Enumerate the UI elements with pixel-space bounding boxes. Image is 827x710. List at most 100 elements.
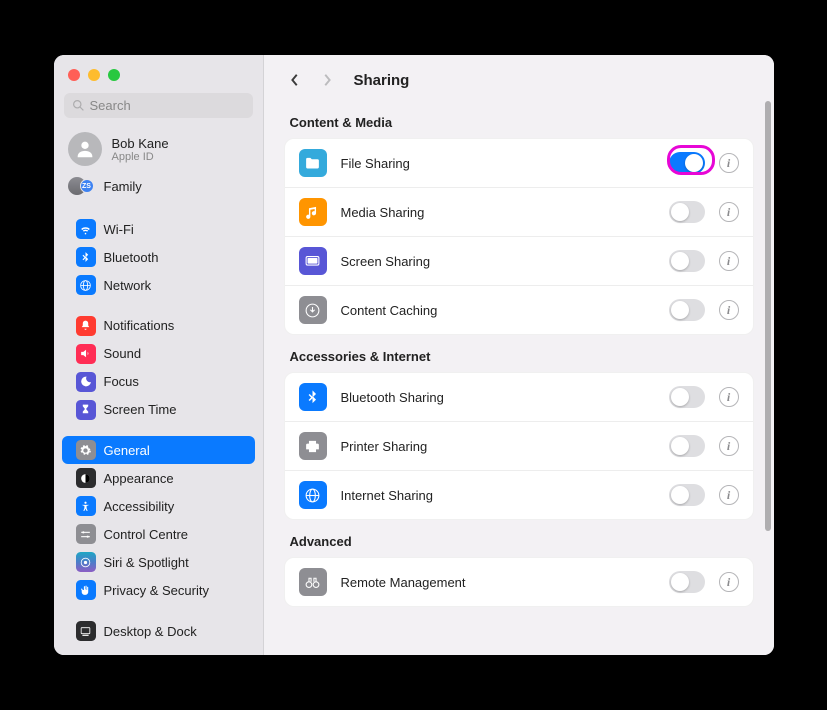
panel: File Sharing i Media Sharing i Screen Sh… bbox=[284, 138, 754, 335]
info-button-content-caching[interactable]: i bbox=[719, 300, 739, 320]
sidebar-item-label: Focus bbox=[104, 374, 139, 389]
globe-icon bbox=[76, 275, 96, 295]
row-label: Content Caching bbox=[341, 303, 655, 318]
screen-icon bbox=[299, 247, 327, 275]
sidebar-item-label: Privacy & Security bbox=[104, 583, 209, 598]
sidebar-item-network[interactable]: Network bbox=[62, 271, 255, 299]
info-button-printer-sharing[interactable]: i bbox=[719, 436, 739, 456]
controls-icon bbox=[76, 524, 96, 544]
section-title: Accessories & Internet bbox=[264, 335, 774, 372]
sidebar-item-sound[interactable]: Sound bbox=[62, 340, 255, 368]
sidebar-item-general[interactable]: General bbox=[62, 436, 255, 464]
sidebar-item-wi-fi[interactable]: Wi-Fi bbox=[62, 215, 255, 243]
toggle-remote-management[interactable] bbox=[669, 571, 705, 593]
sidebar-item-label: Sound bbox=[104, 346, 142, 361]
hourglass-icon bbox=[76, 400, 96, 420]
siri-icon bbox=[76, 552, 96, 572]
family-icon: ZS bbox=[68, 176, 94, 196]
dock-icon bbox=[76, 621, 96, 641]
sidebar-item-screen-time[interactable]: Screen Time bbox=[62, 396, 255, 424]
sidebar-item-apple-id[interactable]: Bob Kane Apple ID bbox=[54, 128, 263, 170]
back-button[interactable] bbox=[284, 69, 306, 91]
user-name: Bob Kane bbox=[112, 136, 169, 151]
sidebar-item-bluetooth[interactable]: Bluetooth bbox=[62, 243, 255, 271]
appearance-icon bbox=[76, 468, 96, 488]
toggle-internet-sharing[interactable] bbox=[669, 484, 705, 506]
row-internet-sharing: Internet Sharing i bbox=[285, 470, 753, 519]
panel: Remote Management i bbox=[284, 557, 754, 607]
sidebar-item-control-centre[interactable]: Control Centre bbox=[62, 520, 255, 548]
sidebar-item-privacy-security[interactable]: Privacy & Security bbox=[62, 576, 255, 604]
sidebar-item-label: Siri & Spotlight bbox=[104, 555, 189, 570]
settings-window: Search Bob Kane Apple ID ZS Family Wi-Fi… bbox=[54, 55, 774, 655]
toggle-screen-sharing[interactable] bbox=[669, 250, 705, 272]
header: Sharing bbox=[264, 55, 774, 101]
gear-icon bbox=[76, 440, 96, 460]
speaker-icon bbox=[76, 344, 96, 364]
sidebar-item-siri-spotlight[interactable]: Siri & Spotlight bbox=[62, 548, 255, 576]
sidebar-item-label: Appearance bbox=[104, 471, 174, 486]
user-sub: Apple ID bbox=[112, 151, 169, 163]
row-label: Media Sharing bbox=[341, 205, 655, 220]
search-icon bbox=[72, 99, 85, 112]
sidebar-item-desktop-dock[interactable]: Desktop & Dock bbox=[62, 617, 255, 645]
sidebar-item-label: Wi-Fi bbox=[104, 222, 134, 237]
toggle-file-sharing[interactable] bbox=[669, 152, 705, 174]
info-button-media-sharing[interactable]: i bbox=[719, 202, 739, 222]
search-input[interactable]: Search bbox=[64, 93, 253, 118]
info-button-remote-management[interactable]: i bbox=[719, 572, 739, 592]
sidebar-item-family[interactable]: ZS Family bbox=[54, 170, 263, 202]
row-label: Internet Sharing bbox=[341, 488, 655, 503]
row-label: File Sharing bbox=[341, 156, 655, 171]
sidebar-item-label: Network bbox=[104, 278, 152, 293]
sidebar-item-notifications[interactable]: Notifications bbox=[62, 312, 255, 340]
sidebar-item-accessibility[interactable]: Accessibility bbox=[62, 492, 255, 520]
family-label: Family bbox=[104, 179, 142, 194]
row-screen-sharing: Screen Sharing i bbox=[285, 236, 753, 285]
sidebar-item-focus[interactable]: Focus bbox=[62, 368, 255, 396]
info-button-bluetooth-sharing[interactable]: i bbox=[719, 387, 739, 407]
accessibility-icon bbox=[76, 496, 96, 516]
info-button-file-sharing[interactable]: i bbox=[719, 153, 739, 173]
row-media-sharing: Media Sharing i bbox=[285, 187, 753, 236]
toggle-bluetooth-sharing[interactable] bbox=[669, 386, 705, 408]
minimize-window-button[interactable] bbox=[88, 69, 100, 81]
row-file-sharing: File Sharing i bbox=[285, 139, 753, 187]
printer-icon bbox=[299, 432, 327, 460]
content-pane: Sharing Content & Media File Sharing i M… bbox=[264, 55, 774, 655]
sidebar-item-label: Desktop & Dock bbox=[104, 624, 197, 639]
sidebar-item-label: Bluetooth bbox=[104, 250, 159, 265]
row-label: Screen Sharing bbox=[341, 254, 655, 269]
binoculars-icon bbox=[299, 568, 327, 596]
sidebar-item-appearance[interactable]: Appearance bbox=[62, 464, 255, 492]
sidebar-item-label: Accessibility bbox=[104, 499, 175, 514]
panel: Bluetooth Sharing i Printer Sharing i In… bbox=[284, 372, 754, 520]
download-icon bbox=[299, 296, 327, 324]
forward-button[interactable] bbox=[316, 69, 338, 91]
row-label: Printer Sharing bbox=[341, 439, 655, 454]
page-title: Sharing bbox=[354, 72, 410, 89]
row-bluetooth-sharing: Bluetooth Sharing i bbox=[285, 373, 753, 421]
toggle-printer-sharing[interactable] bbox=[669, 435, 705, 457]
sidebar-item-label: Control Centre bbox=[104, 527, 189, 542]
bell-icon bbox=[76, 316, 96, 336]
scrollbar[interactable] bbox=[765, 101, 771, 531]
avatar-icon bbox=[68, 132, 102, 166]
info-button-internet-sharing[interactable]: i bbox=[719, 485, 739, 505]
section-title: Advanced bbox=[264, 520, 774, 557]
wifi-icon bbox=[76, 219, 96, 239]
toggle-content-caching[interactable] bbox=[669, 299, 705, 321]
globe-icon bbox=[299, 481, 327, 509]
sidebar-item-label: Screen Time bbox=[104, 402, 177, 417]
row-remote-management: Remote Management i bbox=[285, 558, 753, 606]
row-printer-sharing: Printer Sharing i bbox=[285, 421, 753, 470]
window-controls bbox=[54, 65, 263, 93]
sidebar-item-label: General bbox=[104, 443, 150, 458]
fullscreen-window-button[interactable] bbox=[108, 69, 120, 81]
section-title: Content & Media bbox=[264, 101, 774, 138]
moon-icon bbox=[76, 372, 96, 392]
info-button-screen-sharing[interactable]: i bbox=[719, 251, 739, 271]
close-window-button[interactable] bbox=[68, 69, 80, 81]
toggle-media-sharing[interactable] bbox=[669, 201, 705, 223]
row-content-caching: Content Caching i bbox=[285, 285, 753, 334]
